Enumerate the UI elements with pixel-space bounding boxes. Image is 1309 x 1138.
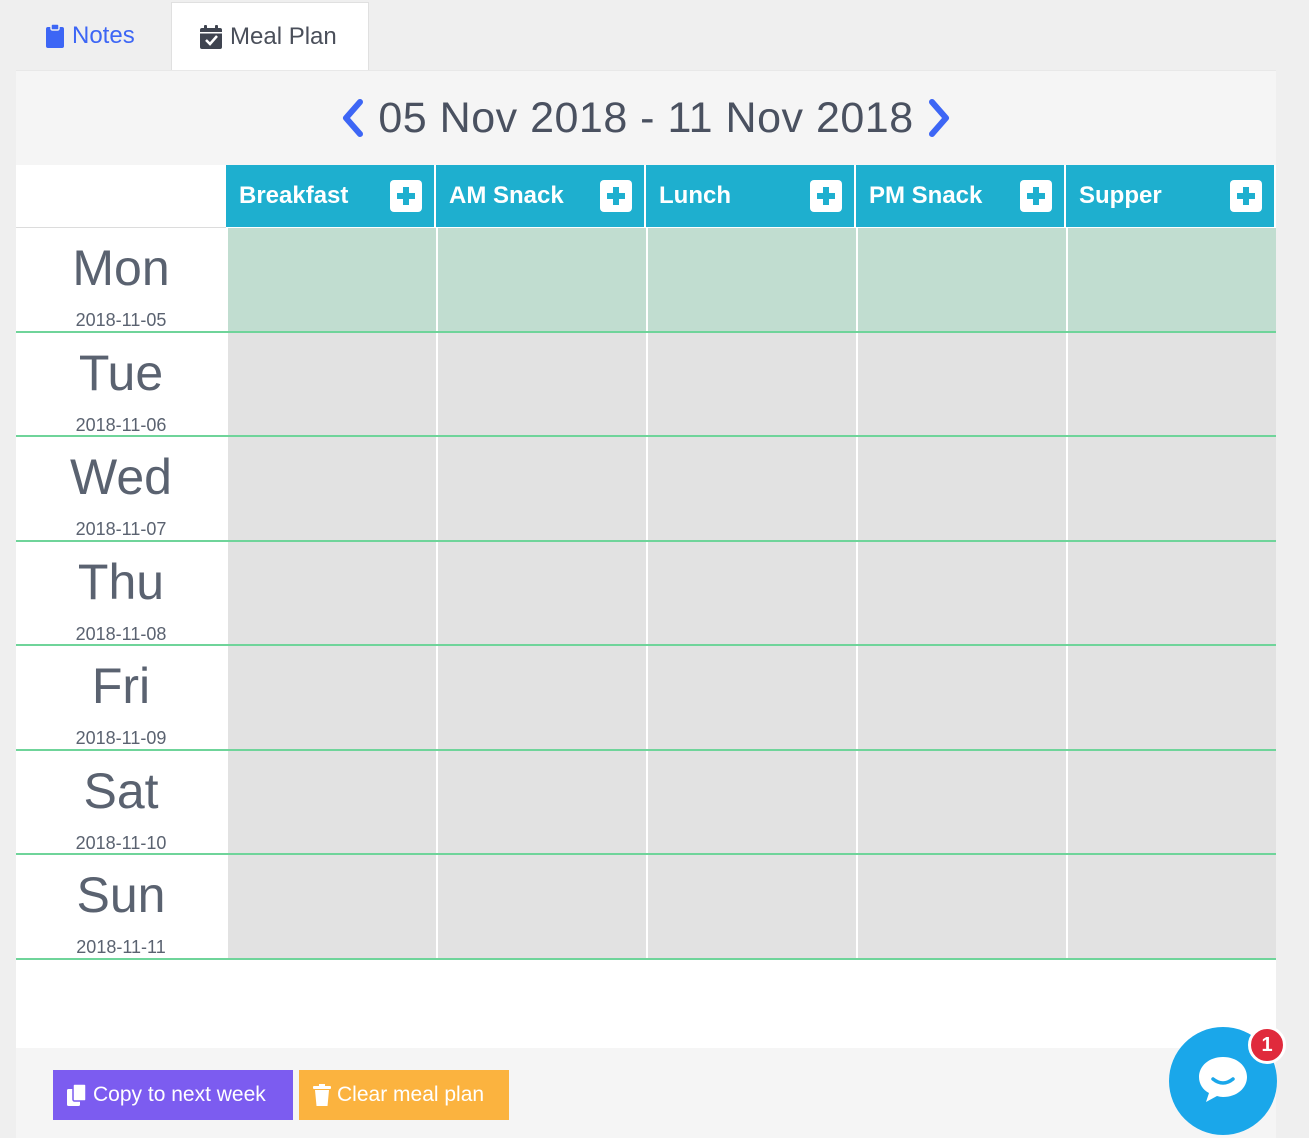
meal-header-label: AM Snack <box>449 182 564 209</box>
meal-cell[interactable] <box>1068 646 1276 749</box>
meal-cell[interactable] <box>858 541 1066 644</box>
meal-cell[interactable] <box>228 750 436 853</box>
meal-cell[interactable] <box>438 228 646 331</box>
day-label-mon: Mon 2018-11-05 <box>16 228 226 333</box>
day-date: 2018-11-10 <box>75 832 167 853</box>
day-name: Wed <box>70 449 172 505</box>
add-meal-plus-icon[interactable] <box>810 180 842 212</box>
meal-cell[interactable] <box>1068 750 1276 853</box>
meal-cell[interactable] <box>858 750 1066 853</box>
day-name: Thu <box>77 553 165 610</box>
meal-cell[interactable] <box>438 646 646 749</box>
meal-cell[interactable] <box>1068 332 1276 435</box>
day-name: Sat <box>83 762 159 819</box>
meal-cell[interactable] <box>648 750 856 853</box>
tab-notes[interactable]: Notes <box>16 2 170 70</box>
meal-cell[interactable] <box>1068 855 1276 958</box>
meal-cell[interactable] <box>1068 541 1276 644</box>
meal-cell[interactable] <box>438 332 646 435</box>
meal-cell[interactable] <box>228 332 436 435</box>
trash-icon <box>313 1084 331 1106</box>
meal-cell[interactable] <box>228 646 436 749</box>
add-meal-plus-icon[interactable] <box>600 180 632 212</box>
copy-to-next-week-button[interactable]: Copy to next week <box>53 1070 293 1120</box>
copy-button-label: Copy to next week <box>93 1083 266 1106</box>
day-name: Fri <box>91 658 151 714</box>
day-label-tue: Tue 2018-11-06 <box>16 333 226 438</box>
meal-header-pm-snack: PM Snack <box>856 165 1064 227</box>
copy-icon <box>67 1084 87 1106</box>
meal-cell[interactable] <box>648 228 856 331</box>
meal-cell[interactable] <box>228 228 436 331</box>
day-label-sun: Sun 2018-11-11 <box>16 855 226 960</box>
meal-cell[interactable] <box>1068 228 1276 331</box>
tab-meal-plan[interactable]: Meal Plan <box>171 2 369 70</box>
meal-cell[interactable] <box>858 332 1066 435</box>
day-label-fri: Fri 2018-11-09 <box>16 646 226 751</box>
meal-header-am-snack: AM Snack <box>436 165 644 227</box>
meal-cell[interactable] <box>438 855 646 958</box>
meal-header-label: Breakfast <box>239 182 349 209</box>
meal-cell[interactable] <box>858 855 1066 958</box>
clear-meal-plan-button[interactable]: Clear meal plan <box>299 1070 509 1120</box>
meal-cell[interactable] <box>858 437 1066 540</box>
day-name: Sun <box>76 867 166 923</box>
tab-notes-label: Notes <box>72 22 135 49</box>
meal-cell[interactable] <box>228 541 436 644</box>
meal-cell[interactable] <box>438 750 646 853</box>
meal-cell[interactable] <box>228 437 436 540</box>
chevron-left-icon[interactable] <box>340 98 366 138</box>
week-header: 05 Nov 2018 - 11 Nov 2018 <box>16 70 1276 165</box>
meal-cell[interactable] <box>648 646 856 749</box>
meal-header-lunch: Lunch <box>646 165 854 227</box>
meal-cell[interactable] <box>648 332 856 435</box>
meal-cell[interactable] <box>438 541 646 644</box>
day-date: 2018-11-07 <box>75 519 167 539</box>
day-date: 2018-11-06 <box>75 414 167 435</box>
meal-header-supper: Supper <box>1066 165 1274 227</box>
meal-header-label: Lunch <box>659 182 731 209</box>
meal-cell[interactable] <box>858 228 1066 331</box>
meal-header-label: PM Snack <box>869 182 983 209</box>
add-meal-plus-icon[interactable] <box>390 180 422 212</box>
day-name: Tue <box>78 344 164 401</box>
footer-bar: Copy to next week Clear meal plan <box>16 1048 1276 1138</box>
add-meal-plus-icon[interactable] <box>1230 180 1262 212</box>
day-label-thu: Thu 2018-11-08 <box>16 542 226 647</box>
day-label-sat: Sat 2018-11-10 <box>16 751 226 856</box>
day-date: 2018-11-05 <box>75 310 167 330</box>
day-date: 2018-11-09 <box>75 728 167 748</box>
meal-cell[interactable] <box>648 437 856 540</box>
meal-cell[interactable] <box>648 855 856 958</box>
meal-cell[interactable] <box>228 855 436 958</box>
meal-cell[interactable] <box>438 437 646 540</box>
chat-bubble-icon <box>1195 1053 1251 1110</box>
chevron-right-icon[interactable] <box>926 98 952 138</box>
week-range-title: 05 Nov 2018 - 11 Nov 2018 <box>378 93 914 142</box>
clear-button-label: Clear meal plan <box>337 1083 485 1106</box>
day-date: 2018-11-11 <box>76 937 166 957</box>
meal-cell[interactable] <box>648 541 856 644</box>
meal-plan-panel: 05 Nov 2018 - 11 Nov 2018 Breakfast AM Sn… <box>16 70 1276 1138</box>
meal-cell[interactable] <box>1068 437 1276 540</box>
meal-cell[interactable] <box>858 646 1066 749</box>
add-meal-plus-icon[interactable] <box>1020 180 1052 212</box>
chat-notification-badge: 1 <box>1248 1026 1286 1064</box>
day-label-wed: Wed 2018-11-07 <box>16 437 226 542</box>
day-date: 2018-11-08 <box>75 623 167 644</box>
tab-bar: Notes Meal Plan <box>16 0 1276 70</box>
day-name: Mon <box>72 240 170 296</box>
calendar-check-icon <box>200 24 222 49</box>
meal-header-label: Supper <box>1079 182 1162 209</box>
row-divider <box>16 957 1276 960</box>
meal-header-breakfast: Breakfast <box>226 165 434 227</box>
clipboard-icon <box>46 24 64 48</box>
tab-meal-plan-label: Meal Plan <box>230 22 337 50</box>
